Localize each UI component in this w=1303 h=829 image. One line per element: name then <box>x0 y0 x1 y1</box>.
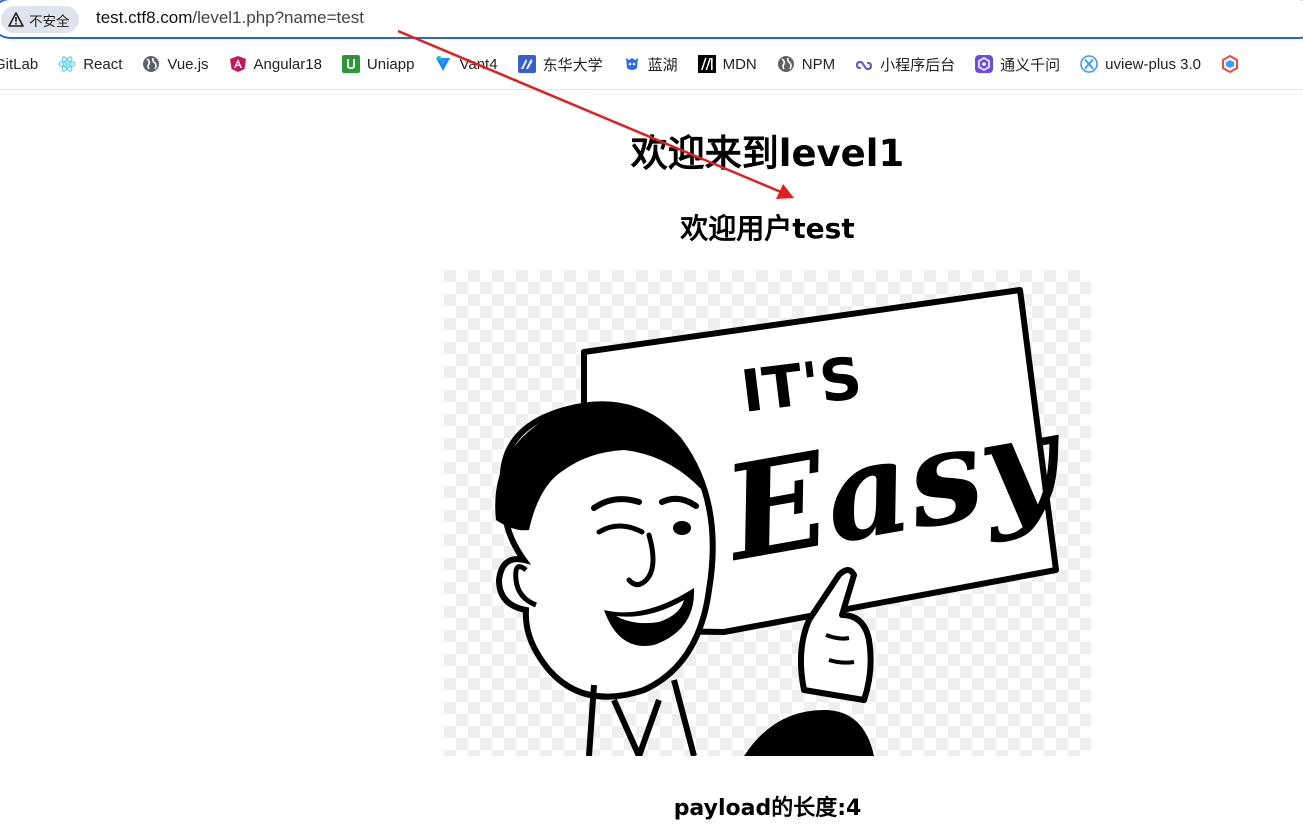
its-easy-image: IT'S Easy <box>444 270 1091 765</box>
bookmark-npm[interactable]: NPM <box>777 55 835 73</box>
page-title: 欢迎来到level1 <box>630 132 905 175</box>
bookmark-react[interactable]: React <box>58 55 122 73</box>
university-icon <box>517 55 536 73</box>
tongyi-icon <box>975 55 994 73</box>
toolbar-divider <box>0 89 1303 90</box>
bookmark-label: uview-plus 3.0 <box>1105 55 1202 73</box>
url-text[interactable]: test.ctf8.com/level1.php?name=test <box>96 8 364 28</box>
uview-icon <box>1080 55 1098 73</box>
bookmark-icon <box>1221 55 1239 73</box>
bookmark-label: 蓝湖 <box>647 56 678 74</box>
bookmark-label: GitLab <box>0 55 39 73</box>
bookmark-label: 通义千问 <box>1000 56 1061 74</box>
bookmark-label: React <box>83 55 123 73</box>
lanhu-icon <box>623 55 641 73</box>
bookmark-tongyi-qianwen[interactable]: 通义千问 <box>975 54 1060 75</box>
bookmarks-bar: GitLab React Vue.js Angular18 Uniapp Van… <box>0 51 1303 77</box>
bookmark-gitlab[interactable]: GitLab <box>0 56 38 73</box>
bookmark-vant4[interactable]: Vant4 <box>434 55 498 73</box>
bookmark-overflow[interactable] <box>1221 55 1239 73</box>
vant-icon <box>434 55 452 73</box>
bookmark-mdn[interactable]: MDN <box>697 55 757 73</box>
bookmark-uview-plus[interactable]: uview-plus 3.0 <box>1080 55 1201 73</box>
payload-length: payload的长度:4 <box>673 796 862 821</box>
warning-icon <box>8 12 24 27</box>
bookmark-miniprogram-admin[interactable]: 小程序后台 <box>855 54 955 75</box>
address-bar[interactable]: 不安全 test.ctf8.com/level1.php?name=test <box>0 0 1303 39</box>
bookmark-label: MDN <box>722 55 757 73</box>
angular-icon <box>229 55 247 73</box>
bookmark-uniapp[interactable]: Uniapp <box>341 55 415 73</box>
bookmark-label: 小程序后台 <box>880 56 956 74</box>
welcome-heading: 欢迎用户test <box>680 212 855 245</box>
bookmark-angular18[interactable]: Angular18 <box>229 55 322 73</box>
globe-icon <box>777 55 795 73</box>
url-host: test.ctf8.com <box>96 8 193 27</box>
bookmark-donghua-university[interactable]: 东华大学 <box>517 54 603 75</box>
bookmark-label: Angular18 <box>253 55 322 73</box>
security-label: 不安全 <box>29 13 70 29</box>
security-indicator[interactable]: 不安全 <box>1 6 79 33</box>
react-icon <box>58 55 76 73</box>
mdn-icon <box>697 55 716 73</box>
uniapp-icon <box>341 55 360 73</box>
bookmark-lanhu[interactable]: 蓝湖 <box>623 54 678 75</box>
bookmark-label: Uniapp <box>366 55 415 73</box>
bookmark-label: Vant4 <box>459 55 498 73</box>
globe-icon <box>142 55 160 73</box>
bookmark-label: Vue.js <box>167 55 209 73</box>
bookmark-vuejs[interactable]: Vue.js <box>142 55 209 73</box>
link-icon <box>855 55 873 73</box>
bookmark-label: NPM <box>801 55 836 73</box>
bookmark-label: 东华大学 <box>542 56 603 74</box>
url-path: /level1.php?name=test <box>192 8 364 27</box>
